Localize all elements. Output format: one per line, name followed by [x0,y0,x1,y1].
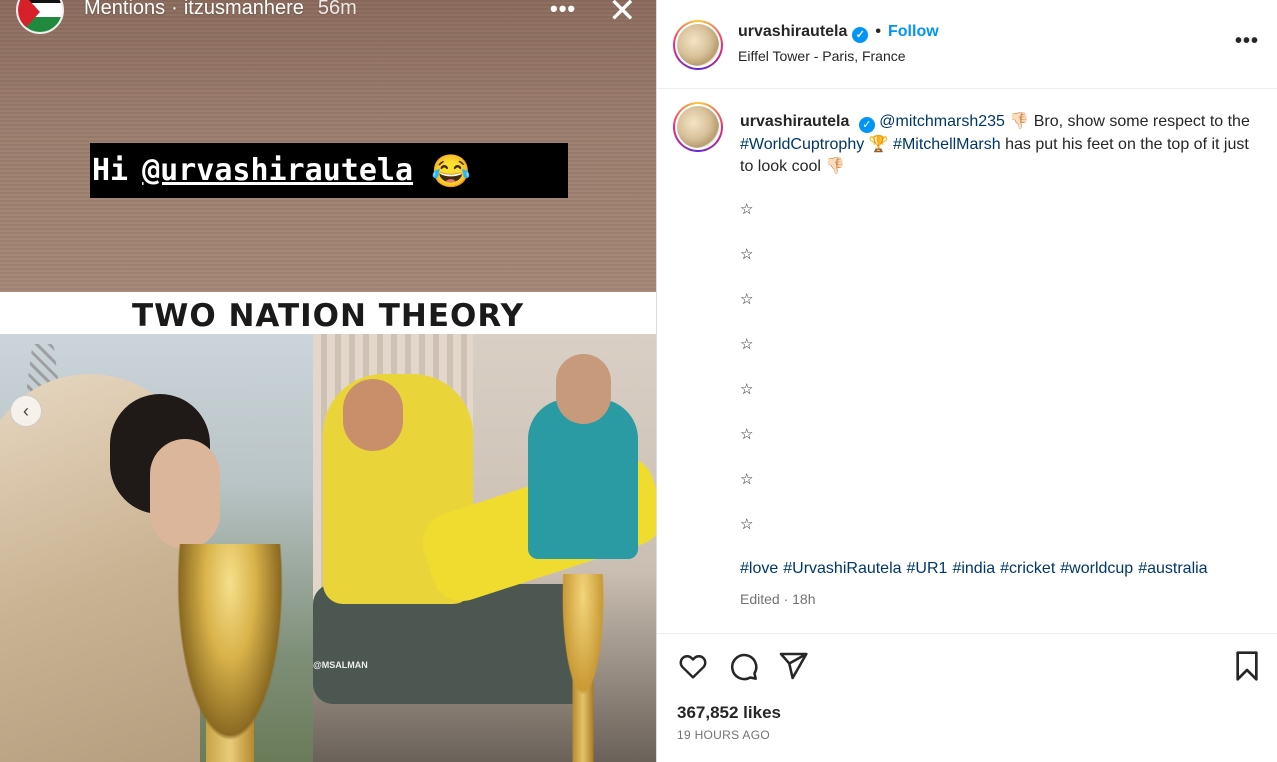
verified-icon: ✓ [852,27,869,43]
caption-mention[interactable]: @mitchmarsh235 [879,113,1005,130]
face-shape [150,439,220,549]
bookmark-icon[interactable] [1233,650,1261,687]
header-username[interactable]: urvashirautela [738,23,847,40]
heart-icon[interactable] [677,650,709,687]
story-more-icon[interactable]: ••• [550,0,576,22]
header-avatar[interactable] [673,20,723,70]
sticker-mention[interactable]: @urvashirautela [142,153,413,188]
caption-avatar[interactable] [673,102,723,152]
header-divider [657,88,1277,89]
sticker-prefix: Hi [92,153,129,188]
trophy-shape [170,544,290,762]
actions-divider [657,633,1277,634]
hashtag-link[interactable]: #love [740,560,778,577]
story-username[interactable]: itzusmanhere [184,0,304,19]
like-count[interactable]: 367,852 likes [677,703,781,723]
verified-icon: ✓ [858,117,875,133]
hashtag-link[interactable]: #UrvashiRautela [783,560,901,577]
hashtag-link[interactable]: #australia [1138,560,1207,577]
post-header-title: urvashirautela ✓ • Follow [738,23,939,43]
location-link[interactable]: Eiffel Tower - Paris, France [738,48,906,64]
photo-woman-with-trophy [0,334,313,762]
story-avatar[interactable] [16,0,64,34]
star-icon: ☆ [740,381,754,398]
star-icon: ☆ [740,471,754,488]
close-icon[interactable]: ✕ [608,0,637,28]
meme-image: TWO NATION THEORY @MSALMAN [0,292,656,762]
star-icon: ☆ [740,201,754,218]
send-icon[interactable] [777,650,809,687]
trophy2-shape [548,574,618,762]
star-icon: ☆ [740,516,754,533]
comment-icon[interactable] [727,650,759,687]
post-time: 19 HOURS AGO [677,728,770,742]
caption-hashtag[interactable]: #WorldCuptrophy [740,136,864,153]
post-media: Mentions · itzusmanhere 56m ••• ✕ Hi @urvas… [0,0,656,762]
caption-text: Bro, show some respect to the [1033,113,1250,130]
caption: urvashirautela ✓ @mitchmarsh235 👎🏻 Bro, … [740,111,1260,179]
trophy-emoji-icon: 🏆 [868,135,889,153]
player-head-shape [343,379,403,451]
story-section: Mentions [84,0,166,19]
palestine-flag-icon [18,0,40,32]
star-icon: ☆ [740,246,754,263]
story-time: 56m [317,0,357,19]
laughing-emoji-icon: 😂 [431,151,471,190]
action-bar [677,650,1258,687]
hashtag-link[interactable]: #UR1 [907,560,948,577]
header-separator: • [875,23,881,40]
hashtag-link[interactable]: #india [952,560,995,577]
star-list: ☆ ☆ ☆ ☆ ☆ ☆ ☆ ☆ [740,200,753,560]
hashtag-link[interactable]: #cricket [1000,560,1055,577]
story-header: Mentions · itzusmanhere 56m [84,0,357,20]
mention-sticker: Hi @urvashirautela 😂 [90,143,568,198]
meme-title: TWO NATION THEORY [131,298,525,334]
thumbs-down-emoji-icon: 👎🏻 [1009,113,1030,130]
caption-username[interactable]: urvashirautela [740,113,849,130]
photo-players-with-trophy: @MSALMAN [313,334,656,762]
more-options-icon[interactable]: ••• [1235,30,1259,53]
star-icon: ☆ [740,291,754,308]
star-icon: ☆ [740,426,754,443]
follow-button[interactable]: Follow [888,23,939,40]
post-panel: urvashirautela ✓ • Follow Eiffel Tower - Pa… [657,0,1277,762]
edited-timestamp: Edited · 18h [740,591,816,607]
previous-arrow-icon[interactable]: ‹ [10,395,42,427]
hashtag-link[interactable]: #worldcup [1060,560,1133,577]
player2-head-shape [556,354,611,424]
thumbs-down-emoji-icon: 👎🏻 [825,158,846,175]
caption-hashtag[interactable]: #MitchellMarsh [893,136,1001,153]
watermark: @MSALMAN [313,660,368,670]
star-icon: ☆ [740,336,754,353]
hashtag-list: #love #UrvashiRautela #UR1 #india #cricket #w… [740,560,1213,578]
